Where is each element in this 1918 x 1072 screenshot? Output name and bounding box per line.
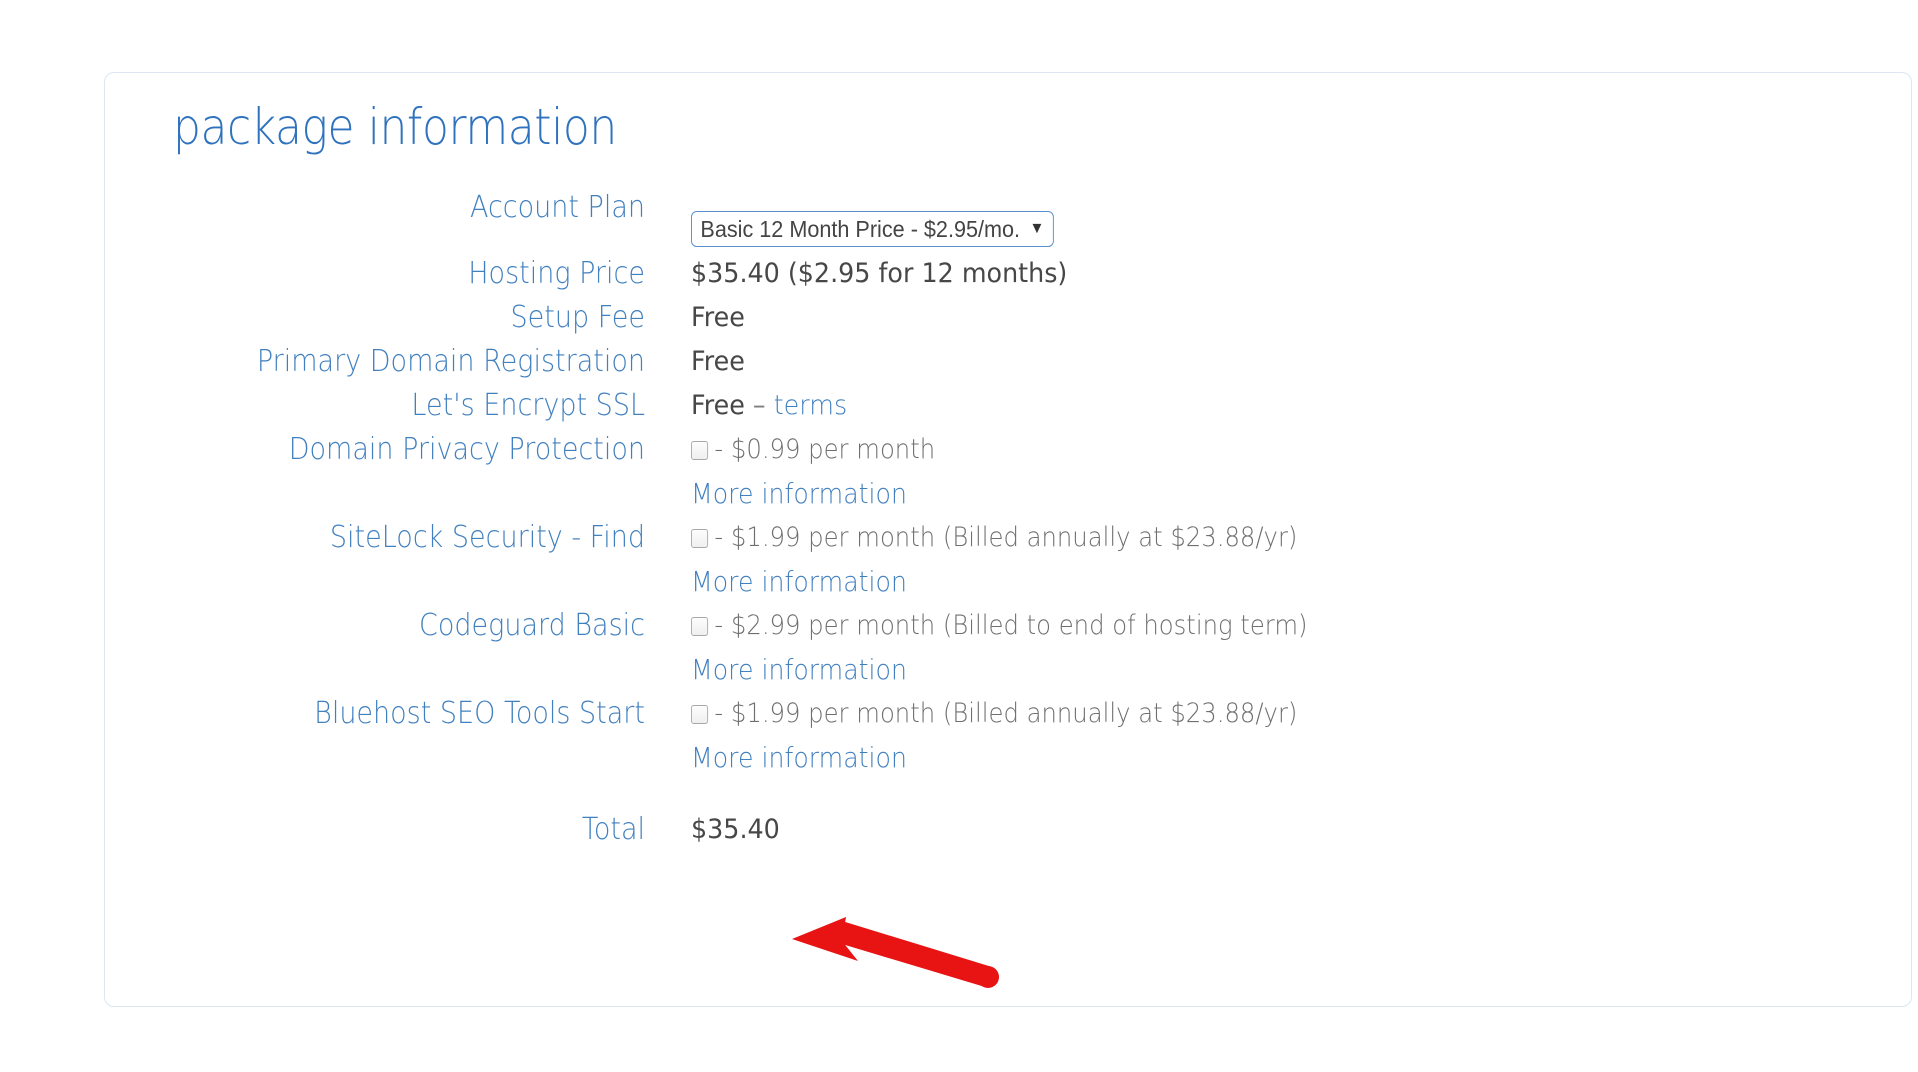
- checkbox-bluehost-seo-tools[interactable]: [691, 705, 708, 724]
- row-codeguard-basic: Codeguard Basic - $2.99 per month (Bille…: [105, 609, 1911, 653]
- more-information-link-bluehost-seo[interactable]: More information: [691, 741, 907, 775]
- row-codeguard-more: More information: [105, 653, 1911, 697]
- value-sitelock-security: - $1.99 per month (Billed annually at $2…: [691, 521, 1789, 555]
- value-setup-fee: Free: [691, 301, 1838, 335]
- label-primary-domain-registration: Primary Domain Registration: [159, 345, 645, 379]
- account-plan-select-wrap: Basic 12 Month Price - $2.95/mo. ▼: [691, 211, 1054, 247]
- value-total: $35.40: [691, 813, 1838, 847]
- price-codeguard-basic: - $2.99 per month (Billed to end of host…: [714, 610, 1307, 641]
- row-hosting-price: Hosting Price $35.40 ($2.95 for 12 month…: [105, 257, 1911, 301]
- row-bluehost-seo-more: More information: [105, 741, 1911, 785]
- label-sitelock-security: SiteLock Security - Find: [159, 521, 645, 555]
- price-bluehost-seo-tools: - $1.99 per month (Billed annually at $2…: [714, 698, 1297, 729]
- checkbox-domain-privacy-protection[interactable]: [691, 441, 708, 460]
- more-information-link-codeguard[interactable]: More information: [691, 653, 907, 687]
- row-domain-privacy-more: More information: [105, 477, 1911, 521]
- label-setup-fee: Setup Fee: [159, 301, 645, 335]
- label-domain-privacy-protection: Domain Privacy Protection: [159, 433, 645, 467]
- value-lets-encrypt-ssl: Free – terms: [691, 389, 1838, 423]
- ssl-terms-link[interactable]: terms: [774, 390, 848, 421]
- checkbox-codeguard-basic[interactable]: [691, 617, 708, 636]
- label-bluehost-seo-tools: Bluehost SEO Tools Start: [159, 697, 645, 731]
- account-plan-selected-option: Basic 12 Month Price - $2.95/mo.: [700, 218, 1020, 241]
- row-sitelock-security: SiteLock Security - Find - $1.99 per mon…: [105, 521, 1911, 565]
- row-total: Total $35.40: [105, 813, 1911, 857]
- price-sitelock-security: - $1.99 per month (Billed annually at $2…: [714, 522, 1297, 553]
- label-account-plan: Account Plan: [159, 191, 645, 225]
- checkbox-sitelock-security[interactable]: [691, 529, 708, 548]
- row-setup-fee: Setup Fee Free: [105, 301, 1911, 345]
- row-lets-encrypt-ssl: Let's Encrypt SSL Free – terms: [105, 389, 1911, 433]
- price-domain-privacy-protection: - $0.99 per month: [714, 434, 935, 465]
- ssl-separator: –: [753, 390, 766, 421]
- more-information-link-domain-privacy[interactable]: More information: [691, 477, 907, 511]
- page-title: package information: [173, 98, 617, 156]
- row-account-plan: Account Plan Basic 12 Month Price - $2.9…: [105, 191, 1911, 257]
- row-primary-domain-registration: Primary Domain Registration Free: [105, 345, 1911, 389]
- value-bluehost-seo-tools: - $1.99 per month (Billed annually at $2…: [691, 697, 1789, 731]
- value-account-plan: Basic 12 Month Price - $2.95/mo. ▼: [691, 191, 1838, 247]
- label-hosting-price: Hosting Price: [159, 257, 645, 291]
- row-domain-privacy-protection: Domain Privacy Protection - $0.99 per mo…: [105, 433, 1911, 477]
- account-plan-select[interactable]: Basic 12 Month Price - $2.95/mo. ▼: [691, 211, 1054, 247]
- value-primary-domain-registration: Free: [691, 345, 1838, 379]
- label-lets-encrypt-ssl: Let's Encrypt SSL: [159, 389, 645, 423]
- package-details-list: Account Plan Basic 12 Month Price - $2.9…: [105, 191, 1911, 857]
- more-information-link-sitelock[interactable]: More information: [691, 565, 907, 599]
- row-bluehost-seo-tools: Bluehost SEO Tools Start - $1.99 per mon…: [105, 697, 1911, 741]
- label-codeguard-basic: Codeguard Basic: [159, 609, 645, 643]
- value-hosting-price: $35.40 ($2.95 for 12 months): [691, 257, 1838, 291]
- ssl-price-text: Free: [691, 390, 745, 421]
- value-domain-privacy-protection: - $0.99 per month: [691, 433, 1789, 467]
- package-information-panel: package information Account Plan Basic 1…: [104, 72, 1912, 1007]
- value-codeguard-basic: - $2.99 per month (Billed to end of host…: [691, 609, 1789, 643]
- row-sitelock-more: More information: [105, 565, 1911, 609]
- chevron-down-icon: ▼: [1029, 221, 1044, 237]
- label-total: Total: [159, 813, 645, 847]
